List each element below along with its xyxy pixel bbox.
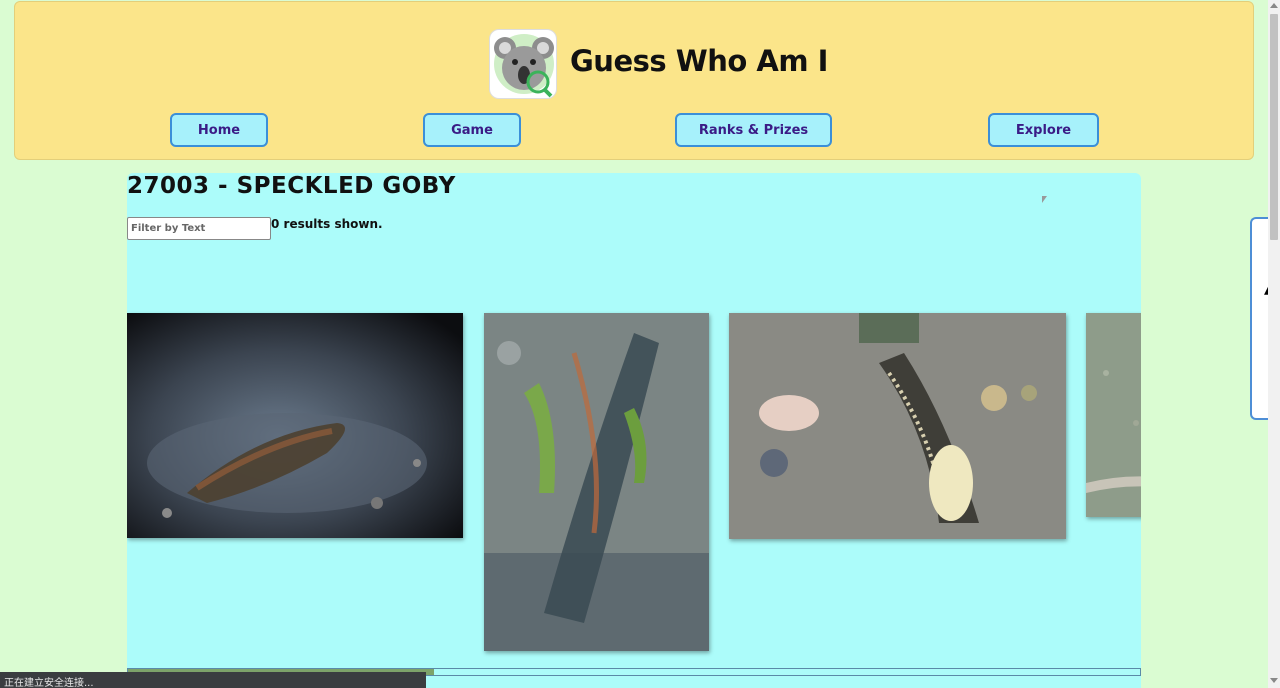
page-title: 27003 - SPECKLED GOBY bbox=[127, 173, 456, 199]
results-count: 0 results shown. bbox=[271, 217, 383, 231]
filter-input[interactable] bbox=[127, 217, 271, 240]
goby-photo[interactable] bbox=[127, 313, 463, 538]
koala-logo-icon[interactable] bbox=[489, 29, 557, 99]
scroll-up-arrow-icon[interactable] bbox=[1270, 3, 1278, 8]
mouse-cursor-icon bbox=[1042, 196, 1047, 203]
page-vertical-scrollbar[interactable] bbox=[1268, 0, 1280, 688]
site-header: Guess Who Am I Home Game Ranks & Prizes … bbox=[14, 1, 1254, 160]
gallery-panel: 27003 - SPECKLED GOBY 0 results shown. bbox=[127, 173, 1141, 688]
app-title: Guess Who Am I bbox=[570, 44, 828, 78]
side-drawer-tab[interactable]: ▲ bbox=[1250, 217, 1275, 420]
nav-explore-button[interactable]: Explore bbox=[988, 113, 1099, 147]
browser-status-bar: 正在建立安全连接... bbox=[0, 672, 426, 688]
page-scrollbar-thumb[interactable] bbox=[1270, 14, 1278, 240]
goby-photo[interactable] bbox=[1086, 313, 1141, 517]
goby-photo[interactable] bbox=[729, 313, 1066, 539]
goby-photo[interactable] bbox=[484, 313, 709, 651]
scroll-down-arrow-icon[interactable] bbox=[1270, 678, 1278, 683]
nav-ranks-prizes-button[interactable]: Ranks & Prizes bbox=[675, 113, 832, 147]
nav-home-button[interactable]: Home bbox=[170, 113, 268, 147]
nav-game-button[interactable]: Game bbox=[423, 113, 521, 147]
